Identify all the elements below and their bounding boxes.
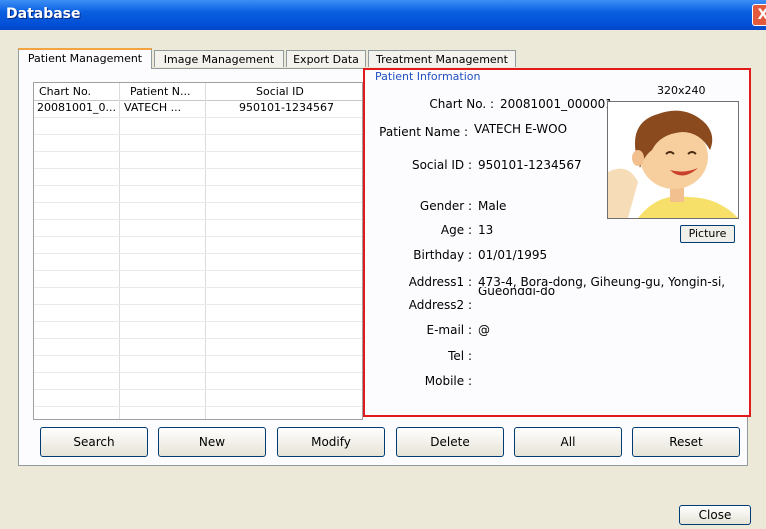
delete-button[interactable]: Delete (396, 427, 504, 457)
group-title: Patient Information (372, 70, 484, 83)
social-id-label: Social ID : (411, 158, 472, 172)
row-line (34, 389, 362, 390)
cell-patient-name: VATECH ... (124, 101, 182, 114)
window-close-button[interactable]: X (752, 4, 766, 26)
row-line (34, 321, 362, 322)
mobile-label: Mobile : (424, 374, 472, 388)
chart-no-label: Chart No. : (429, 97, 494, 111)
patient-name-value: VATECH E-WOO (474, 122, 568, 136)
address1-continuation: Gueonggi-do (478, 287, 556, 295)
row-line (34, 219, 362, 220)
birthday-label: Birthday : (413, 248, 472, 262)
birthday-value: 01/01/1995 (478, 248, 548, 262)
avatar (608, 110, 738, 218)
patient-list[interactable]: Chart No. Patient N... Social ID 2008100… (33, 82, 363, 420)
address1-label: Address1 : (408, 275, 472, 289)
tab-treatment-management[interactable]: Treatment Management (368, 50, 516, 67)
reset-button[interactable]: Reset (632, 427, 740, 457)
age-label: Age : (440, 223, 472, 237)
all-button[interactable]: All (514, 427, 622, 457)
row-line (34, 236, 362, 237)
new-button[interactable]: New (158, 427, 266, 457)
cell-social-id: 950101-1234567 (239, 101, 334, 114)
row-line (34, 253, 362, 254)
email-label: E-mail : (426, 323, 472, 337)
title-bar[interactable]: Database X (0, 0, 766, 30)
close-button[interactable]: Close (679, 505, 751, 525)
modify-button[interactable]: Modify (277, 427, 385, 457)
email-value: @ (478, 323, 490, 337)
search-button[interactable]: Search (40, 427, 148, 457)
database-window: Database X Patient Management Image Mana… (0, 0, 766, 529)
patient-photo (607, 101, 739, 219)
column-header-chart-no[interactable]: Chart No. (39, 85, 91, 98)
row-line (34, 355, 362, 356)
photo-size-label: 320x240 (657, 84, 706, 97)
row-line (34, 406, 362, 407)
window-title: Database (6, 6, 81, 22)
row-line (34, 185, 362, 186)
row-line (34, 168, 362, 169)
row-line (34, 117, 362, 118)
address2-label: Address2 : (408, 298, 472, 312)
social-id-value: 950101-1234567 (478, 158, 582, 172)
patient-name-label: Patient Name : (379, 125, 468, 139)
row-line (34, 134, 362, 135)
list-header: Chart No. Patient N... Social ID (34, 83, 362, 101)
age-value: 13 (478, 223, 494, 237)
row-line (34, 202, 362, 203)
gender-value: Male (478, 199, 507, 213)
row-line (34, 372, 362, 373)
row-line (34, 304, 362, 305)
row-line (34, 151, 362, 152)
tab-image-management[interactable]: Image Management (154, 50, 284, 67)
row-line (34, 270, 362, 271)
tab-export-data[interactable]: Export Data (286, 50, 366, 67)
address1-overflow-clip: Gueonggi-do (478, 287, 698, 295)
column-header-social-id[interactable]: Social ID (256, 85, 304, 98)
row-line (34, 287, 362, 288)
column-header-patient-name[interactable]: Patient N... (130, 85, 191, 98)
gender-label: Gender : (419, 199, 472, 213)
tab-patient-management[interactable]: Patient Management (18, 48, 152, 69)
tel-label: Tel : (448, 349, 472, 363)
row-line (34, 338, 362, 339)
chart-no-value: 20081001_000001 (500, 97, 613, 111)
picture-button[interactable]: Picture (680, 225, 735, 243)
cell-chart-no: 20081001_0... (37, 101, 116, 114)
